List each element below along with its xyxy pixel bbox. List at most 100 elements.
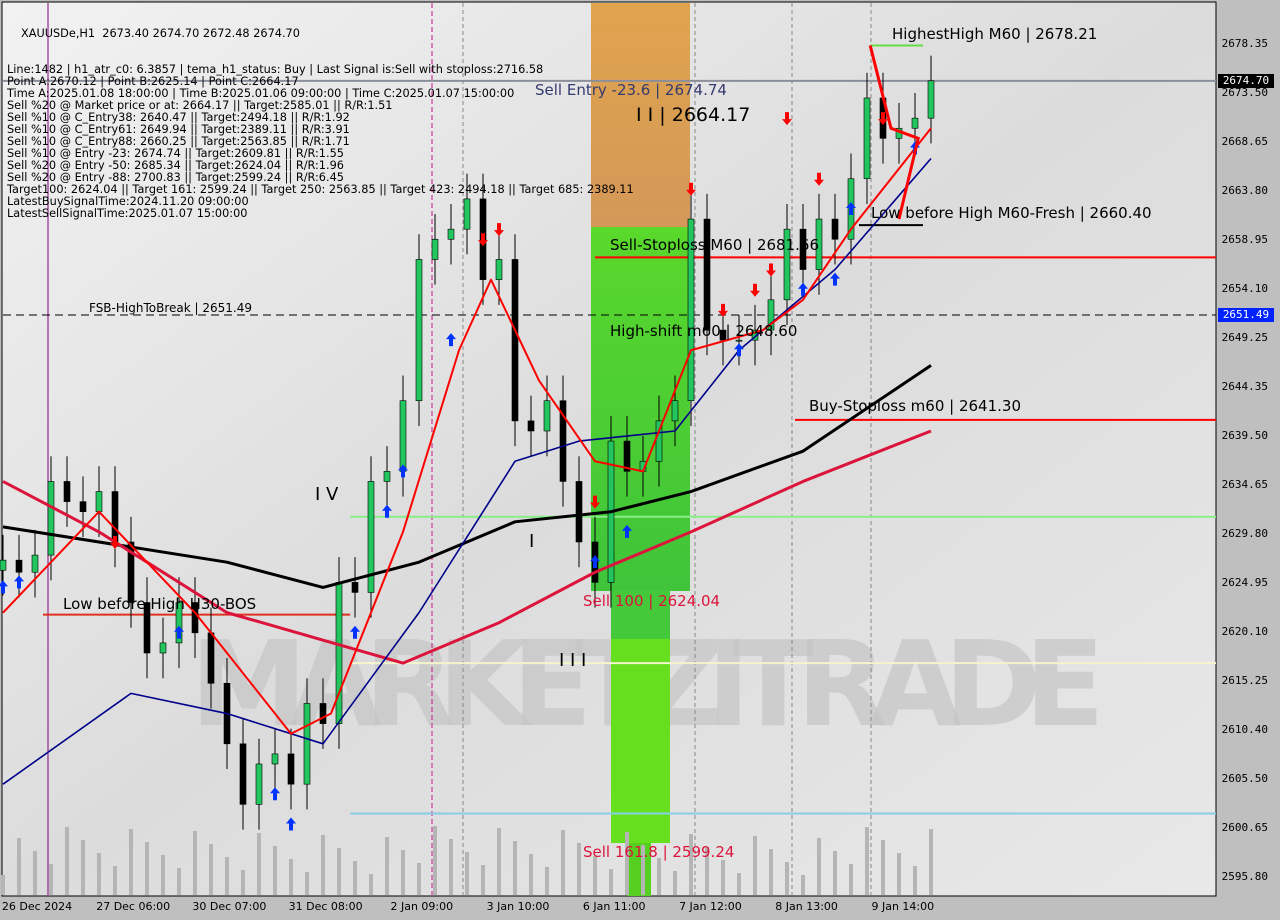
x-tick-label: 9 Jan 14:00 <box>871 900 935 913</box>
candle-body <box>399 400 407 472</box>
volume-bar <box>161 855 165 895</box>
x-tick-label: 2 Jan 09:00 <box>390 900 454 913</box>
sell-161-label: Sell 161.8 | 2599.24 <box>583 843 735 861</box>
volume-bar <box>593 856 597 895</box>
volume-bar <box>1 875 5 895</box>
volume-bar <box>769 849 773 895</box>
volume-bar <box>577 843 581 895</box>
volume-bar <box>785 862 789 895</box>
candle-body <box>511 259 519 422</box>
candle-body <box>47 481 55 556</box>
sell-100-label: Sell 100 | 2624.04 <box>583 592 721 610</box>
y-tick-label: 2654.10 <box>1221 281 1268 295</box>
y-tick-label: 2629.80 <box>1221 526 1268 540</box>
wave-i-label: I <box>529 531 535 552</box>
volume-bar <box>897 853 901 895</box>
y-tick-label: 2644.35 <box>1221 380 1268 394</box>
volume-bar <box>369 874 373 895</box>
candle-body <box>207 632 215 684</box>
volume-bar <box>449 839 453 895</box>
candle-body <box>447 228 455 240</box>
sell-stoploss-label: Sell-Stoploss M60 | 2681.66 <box>610 236 819 254</box>
y-tick-label: 2620.10 <box>1221 624 1268 638</box>
volume-bar <box>529 854 533 895</box>
volume-bar <box>385 837 389 895</box>
candle-body <box>159 642 167 654</box>
volume-bar <box>129 829 133 895</box>
candle-body <box>495 259 503 280</box>
x-tick-label: 7 Jan 12:00 <box>679 900 742 913</box>
y-tick-label: 2658.95 <box>1221 232 1268 246</box>
y-tick-label: 2668.65 <box>1221 134 1268 148</box>
y-tick-label: 2663.80 <box>1221 183 1268 197</box>
symbol-line: XAUUSDe,H1 2673.40 2674.70 2672.48 2674.… <box>21 27 300 40</box>
candle-body <box>0 559 7 571</box>
candle-body <box>351 582 359 593</box>
x-tick-label: 27 Dec 06:00 <box>96 900 171 913</box>
candle-body <box>431 238 439 260</box>
volume-bar <box>737 873 741 895</box>
wave-iii-label: I I I <box>559 650 587 671</box>
y-tick-label: 2615.25 <box>1221 673 1268 687</box>
y-tick-label: 2624.95 <box>1221 575 1268 589</box>
y-tick-label: 2605.50 <box>1221 772 1268 786</box>
volume-bar <box>401 850 405 895</box>
volume-bar <box>209 844 213 895</box>
candle-body <box>927 80 935 119</box>
candle-body <box>911 117 919 129</box>
candle-body <box>111 491 119 543</box>
x-tick-label: 26 Dec 2024 <box>1 900 73 913</box>
volume-bar <box>417 863 421 895</box>
candle-body <box>31 554 39 573</box>
volume-bar <box>289 859 293 895</box>
volume-bar <box>609 869 613 895</box>
volume-bar <box>433 826 437 895</box>
fsb-label: FSB-HighToBreak | 2651.49 <box>89 301 252 315</box>
volume-bar <box>81 840 85 895</box>
candle-body <box>415 259 423 402</box>
y-tick-label: 2649.25 <box>1221 330 1268 344</box>
volume-bar <box>97 853 101 895</box>
chart-window: MARKETZITRADE XAUUSDe,H1 2673.40 2674.70… <box>0 0 1280 920</box>
candle-body <box>335 582 343 724</box>
candle-body <box>255 763 263 805</box>
volume-bar <box>17 838 21 895</box>
volume-bar <box>305 872 309 895</box>
volume-bar <box>625 832 629 895</box>
volume-bar <box>817 838 821 895</box>
volume-bar <box>545 867 549 895</box>
volume-bar <box>881 840 885 895</box>
y-tick-label: 2610.40 <box>1221 722 1268 736</box>
volume-bar <box>849 864 853 895</box>
buy-stoploss-label: Buy-Stoploss m60 | 2641.30 <box>809 397 1021 415</box>
low-before-high-h30-label: Low before High H30-BOS <box>63 595 257 613</box>
candle-body <box>543 400 551 432</box>
volume-bar <box>273 846 277 895</box>
volume-bar <box>49 864 53 895</box>
y-tick-label: 2639.50 <box>1221 429 1268 443</box>
info-line: LatestSellSignalTime:2025.01.07 15:00:00 <box>7 207 248 220</box>
volume-bar <box>145 842 149 895</box>
x-tick-label: 6 Jan 11:00 <box>582 900 646 913</box>
candle-body <box>527 420 535 432</box>
volume-bar <box>497 828 501 895</box>
volume-bar <box>673 871 677 895</box>
candle-body <box>735 339 743 342</box>
volume-bar <box>657 858 661 895</box>
candle-body <box>271 753 279 765</box>
volume-bar <box>33 851 37 895</box>
volume-bar <box>913 866 917 895</box>
x-tick-label: 8 Jan 13:00 <box>775 900 838 913</box>
volume-bar <box>513 841 517 895</box>
volume-bar <box>65 827 69 895</box>
x-tick-label: 30 Dec 07:00 <box>192 900 267 913</box>
volume-bar <box>257 833 261 895</box>
target-zone-3 <box>611 639 670 843</box>
volume-bar <box>193 831 197 895</box>
y-tick-label: 2678.35 <box>1221 37 1268 50</box>
volume-bar <box>321 835 325 895</box>
volume-bar <box>865 827 869 895</box>
current-price-tag: 2674.70 <box>1218 74 1274 88</box>
volume-bar <box>561 830 565 895</box>
candle-body <box>863 97 871 180</box>
